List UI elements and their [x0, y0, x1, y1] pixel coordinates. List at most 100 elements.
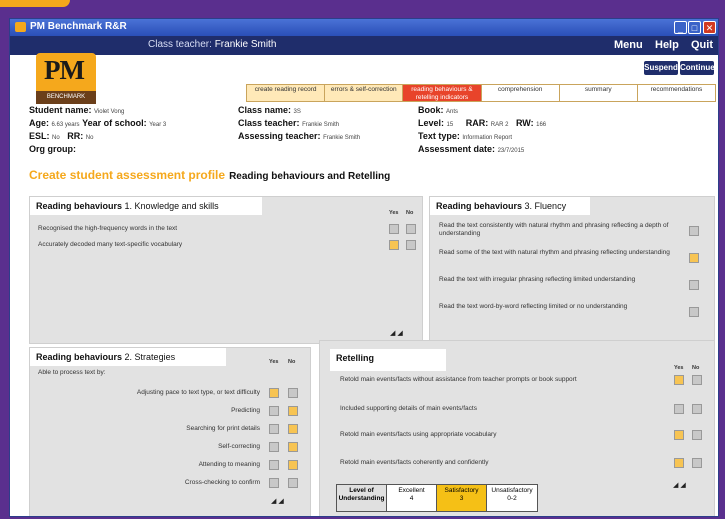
class-name-value: 3S	[293, 109, 301, 115]
no-checkbox[interactable]	[288, 478, 298, 488]
yes-checkbox[interactable]	[674, 375, 684, 385]
scale-excellent[interactable]: Excellent 4	[387, 485, 437, 511]
understanding-scale: Level of Understanding Excellent 4 Satisf…	[336, 484, 538, 512]
step-summary[interactable]: summary	[559, 85, 638, 101]
no-checkbox[interactable]	[288, 460, 298, 470]
class-name-label: Class name:	[238, 105, 292, 115]
panel-fluency-subtitle: 3. Fluency	[524, 201, 567, 211]
scale-excellent-label: Excellent	[398, 487, 425, 494]
panel-fluency-tab: Reading behaviours 3. Fluency	[430, 197, 590, 215]
step-recommendations[interactable]: recommendations	[637, 85, 716, 101]
menu-link[interactable]: Menu	[614, 39, 643, 51]
list-item: Recognised the high-frequency words in t…	[38, 225, 178, 232]
fluency-checkbox[interactable]	[689, 280, 699, 290]
yes-checkbox[interactable]	[674, 458, 684, 468]
list-item: Read some of the text with natural rhyth…	[439, 249, 670, 256]
yes-header: Yes	[269, 359, 279, 365]
step-reading-behaviours[interactable]: reading behaviours & retelling indicator…	[403, 85, 482, 101]
step-comprehension[interactable]: comprehension	[481, 85, 560, 101]
no-checkbox[interactable]	[288, 424, 298, 434]
esl-label: ESL:	[29, 131, 50, 141]
yes-checkbox[interactable]	[269, 424, 279, 434]
yes-checkbox[interactable]	[674, 404, 684, 414]
suspend-button[interactable]: Suspend	[644, 61, 678, 75]
page-subtitle: Reading behaviours and Retelling	[229, 171, 391, 182]
no-checkbox[interactable]	[692, 375, 702, 385]
list-item: Retold main events/facts coherently and …	[340, 459, 489, 466]
no-header: No	[288, 359, 296, 365]
no-checkbox[interactable]	[288, 442, 298, 452]
yes-checkbox[interactable]	[269, 406, 279, 416]
page-heading: Create student assessment profile Reading…	[29, 168, 390, 182]
scale-unsatisfactory-label: Unsatisfactory	[491, 487, 533, 494]
no-checkbox[interactable]	[692, 458, 702, 468]
continue-button[interactable]: Continue	[680, 61, 715, 75]
minimize-button[interactable]: _	[674, 21, 687, 34]
fluency-checkbox[interactable]	[689, 307, 699, 317]
panel-knowledge-skills-title: Reading behaviours	[36, 201, 123, 211]
fluency-checkbox[interactable]	[689, 253, 699, 263]
class-teacher-value: Frankie Smith	[302, 122, 340, 128]
list-item: Self-correcting	[218, 443, 260, 450]
yes-checkbox[interactable]	[269, 478, 279, 488]
scale-satisfactory[interactable]: Satisfactory 3	[437, 485, 487, 511]
list-item: Retold main events/facts using appropria…	[340, 431, 497, 438]
panel-knowledge-skills	[29, 196, 423, 344]
yes-header: Yes	[674, 365, 684, 371]
text-type-label: Text type:	[418, 131, 460, 141]
quit-link[interactable]: Quit	[691, 39, 713, 51]
yes-checkbox[interactable]	[269, 442, 279, 452]
page-arrows[interactable]: ◢ ◢	[390, 329, 403, 337]
fluency-checkbox[interactable]	[689, 226, 699, 236]
assessment-date-label: Assessment date:	[418, 144, 496, 154]
no-checkbox[interactable]	[288, 406, 298, 416]
panel-strategies-subtitle: 2. Strategies	[124, 352, 176, 362]
assessing-teacher-label: Assessing teacher:	[238, 131, 321, 141]
scale-heading-label: Level of Understanding	[338, 487, 385, 502]
page-arrows[interactable]: ◢ ◢	[673, 481, 686, 489]
rr-value: No	[85, 135, 94, 141]
panel-strategies-title: Reading behaviours	[36, 352, 123, 362]
assessment-date-value: 23/7/2015	[497, 148, 525, 154]
level-value: 15	[446, 122, 454, 128]
panel-fluency	[429, 196, 715, 344]
rr-label: RR:	[67, 131, 84, 141]
pm-logo: PM BENCHMARK	[36, 53, 96, 104]
step-create-reading-record[interactable]: create reading record	[247, 85, 326, 101]
age-value: 6.63 years	[51, 122, 80, 128]
list-item: Read the text consistently with natural …	[439, 222, 669, 237]
book-info: Book: Ants Level: 15 RAR: RAR 2 RW: 166 …	[418, 105, 546, 157]
esl-value: No	[52, 135, 60, 141]
strategies-intro: Able to process text by:	[38, 369, 106, 376]
list-item: Attending to meaning	[198, 461, 260, 468]
pm-logo-strip: BENCHMARK	[36, 91, 96, 104]
help-link[interactable]: Help	[655, 39, 679, 51]
no-checkbox[interactable]	[288, 388, 298, 398]
rw-value: 166	[536, 122, 547, 128]
no-checkbox[interactable]	[406, 224, 416, 234]
pm-logo-text: PM	[44, 55, 85, 85]
rw-label: RW:	[515, 118, 534, 128]
close-button[interactable]: ✕	[703, 21, 716, 34]
no-checkbox[interactable]	[692, 404, 702, 414]
maximize-button[interactable]: □	[688, 21, 701, 34]
list-item: Read the text word-by-word reflecting li…	[439, 303, 628, 310]
student-info: Student name: Violet Vong Age: 6.63 year…	[29, 105, 166, 157]
yes-checkbox[interactable]	[269, 388, 279, 398]
class-teacher-banner: Class teacher: Frankie Smith	[148, 39, 276, 50]
page-arrows[interactable]: ◢ ◢	[271, 497, 284, 505]
yes-checkbox[interactable]	[389, 240, 399, 250]
age-label: Age:	[29, 118, 49, 128]
yes-checkbox[interactable]	[674, 430, 684, 440]
yes-checkbox[interactable]	[389, 224, 399, 234]
scale-unsatisfactory[interactable]: Unsatisfactory 0-2	[487, 485, 537, 511]
step-errors-self-correction[interactable]: errors & self-correction	[325, 85, 404, 101]
panel-retelling-tab: Retelling	[330, 349, 446, 371]
top-left-tab	[0, 0, 70, 7]
list-item: Accurately decoded many text-specific vo…	[38, 241, 183, 248]
yes-checkbox[interactable]	[269, 460, 279, 470]
no-checkbox[interactable]	[406, 240, 416, 250]
scale-excellent-num: 4	[409, 495, 414, 502]
no-checkbox[interactable]	[692, 430, 702, 440]
app-icon	[15, 22, 26, 32]
